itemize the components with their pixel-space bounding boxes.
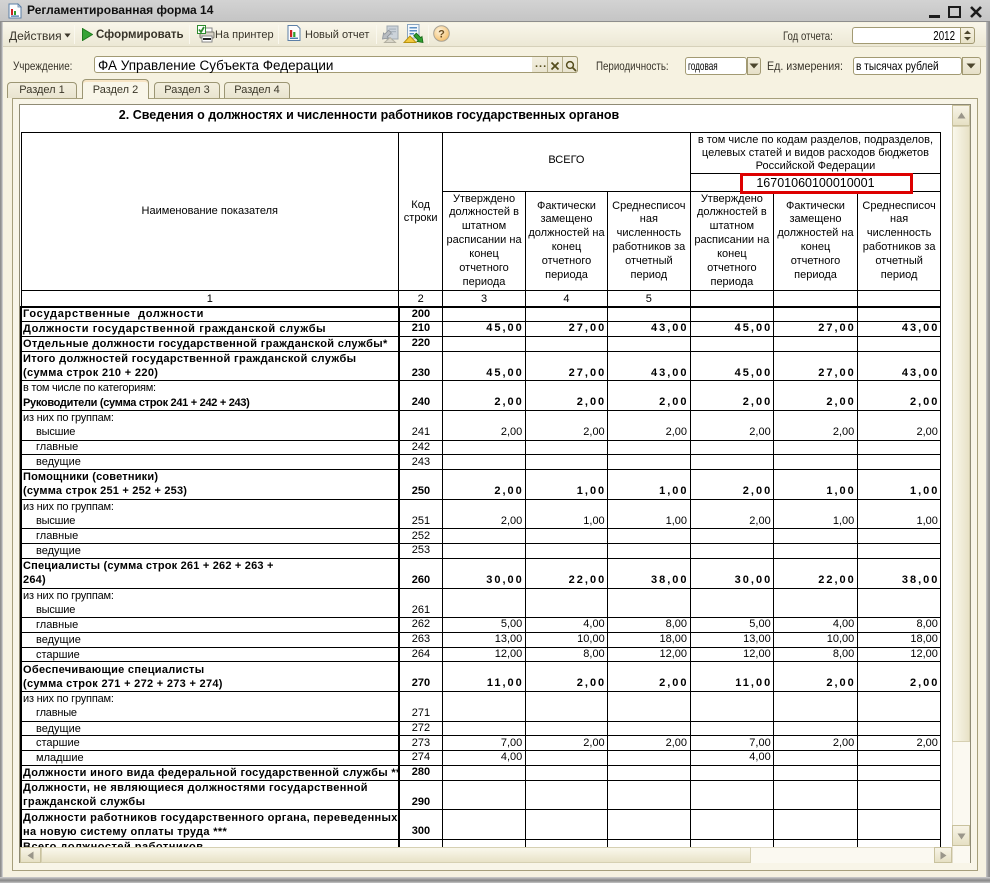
svg-text:?: ?	[438, 29, 445, 41]
